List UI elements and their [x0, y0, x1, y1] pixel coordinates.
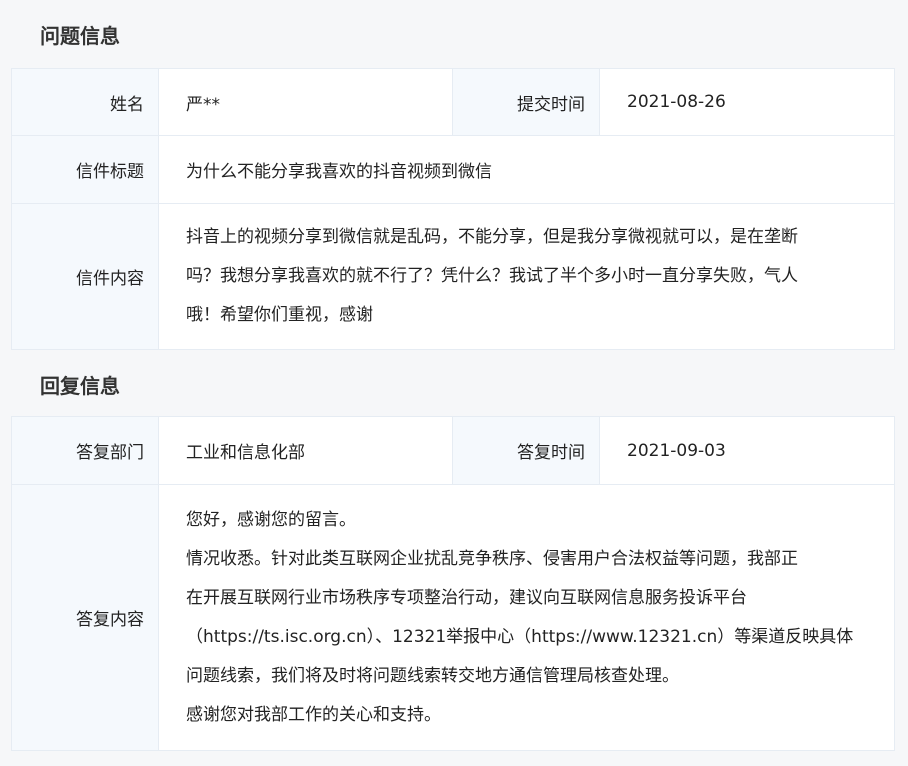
reply-section-title: 回复信息 — [40, 374, 120, 398]
submit-time-label: 提交时间 — [452, 68, 600, 136]
reply-line: 问题线索，我们将及时将问题线索转交地方通信管理局核查处理。 — [186, 665, 679, 686]
submit-time-value: 2021-08-26 — [599, 68, 895, 136]
name-row: 姓名 严** 提交时间 2021-08-26 — [11, 68, 895, 136]
reply-content-label: 答复内容 — [11, 484, 159, 751]
question-info-table: 姓名 严** 提交时间 2021-08-26 信件标题 为什么不能分享我喜欢的抖… — [11, 68, 895, 350]
dept-value: 工业和信息化部 — [158, 416, 453, 485]
name-value: 严** — [158, 68, 453, 136]
content-line: 抖音上的视频分享到微信就是乱码，不能分享，但是我分享微视就可以，是在垄断 — [186, 227, 798, 247]
question-section-title: 问题信息 — [40, 24, 120, 48]
name-label: 姓名 — [11, 68, 159, 136]
content-row: 信件内容 抖音上的视频分享到微信就是乱码，不能分享，但是我分享微视就可以，是在垄… — [11, 203, 895, 350]
subject-row: 信件标题 为什么不能分享我喜欢的抖音视频到微信 — [11, 135, 895, 204]
content-value: 抖音上的视频分享到微信就是乱码，不能分享，但是我分享微视就可以，是在垄断 吗？我… — [158, 203, 895, 350]
content-line: 吗？我想分享我喜欢的就不行了？凭什么？我试了半个多小时一直分享失败，气人 — [186, 266, 798, 286]
reply-content-value: 您好，感谢您的留言。 情况收悉。针对此类互联网企业扰乱竞争秩序、侵害用户合法权益… — [158, 484, 895, 751]
reply-line: 在开展互联网行业市场秩序专项整治行动，建议向互联网信息服务投诉平台 — [186, 587, 747, 608]
content-label: 信件内容 — [11, 203, 159, 350]
reply-content-row: 答复内容 您好，感谢您的留言。 情况收悉。针对此类互联网企业扰乱竞争秩序、侵害用… — [11, 484, 895, 751]
reply-line: 情况收悉。针对此类互联网企业扰乱竞争秩序、侵害用户合法权益等问题，我部正 — [186, 548, 798, 569]
reply-time-value: 2021-09-03 — [599, 416, 895, 485]
dept-label: 答复部门 — [11, 416, 159, 485]
reply-line: 您好，感谢您的留言。 — [186, 509, 356, 530]
reply-line: 感谢您对我部工作的关心和支持。 — [186, 704, 441, 725]
subject-value: 为什么不能分享我喜欢的抖音视频到微信 — [158, 135, 895, 204]
dept-row: 答复部门 工业和信息化部 答复时间 2021-09-03 — [11, 416, 895, 485]
content-line: 哦！希望你们重视，感谢 — [186, 305, 373, 325]
reply-time-label: 答复时间 — [452, 416, 600, 485]
subject-label: 信件标题 — [11, 135, 159, 204]
reply-line: （https://ts.isc.org.cn）、12321举报中心（https:… — [186, 626, 854, 647]
reply-info-table: 答复部门 工业和信息化部 答复时间 2021-09-03 答复内容 您好，感谢您… — [11, 416, 895, 751]
